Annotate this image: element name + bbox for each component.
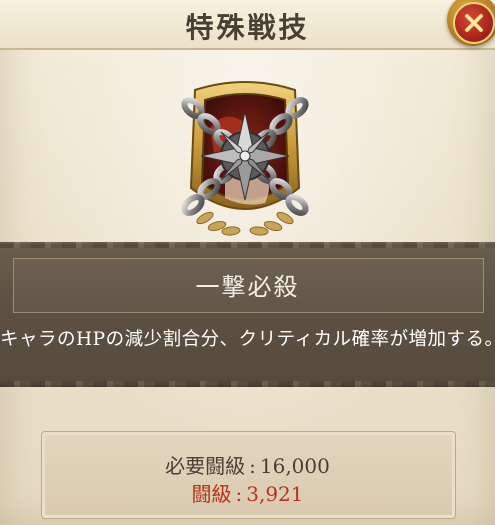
close-button-face (453, 2, 495, 44)
laurel-icon (196, 211, 294, 236)
required-rank-separator: : (249, 454, 256, 478)
skill-dialog: 特殊戦技 一撃必殺 キャラのHPの減少割合分、クリティカル確率が増加する。 必要… (0, 0, 495, 525)
current-rank-row: 闘級:3,921 (0, 478, 495, 507)
current-rank-value: 3,921 (246, 482, 304, 506)
dialog-title: 特殊戦技 (185, 11, 310, 44)
current-rank-label: 闘級 (191, 482, 232, 506)
required-rank-label: 必要闘級 (165, 454, 246, 478)
close-x-icon (465, 14, 483, 32)
required-rank-value: 16,000 (259, 454, 330, 478)
chained-compass-star-emblem (181, 81, 309, 236)
current-rank-separator: : (235, 482, 243, 506)
skill-description: キャラのHPの減少割合分、クリティカル確率が増加する。 (0, 329, 495, 350)
required-rank-row: 必要闘級:16,000 (0, 450, 495, 479)
skill-name: 一撃必殺 (195, 273, 300, 301)
